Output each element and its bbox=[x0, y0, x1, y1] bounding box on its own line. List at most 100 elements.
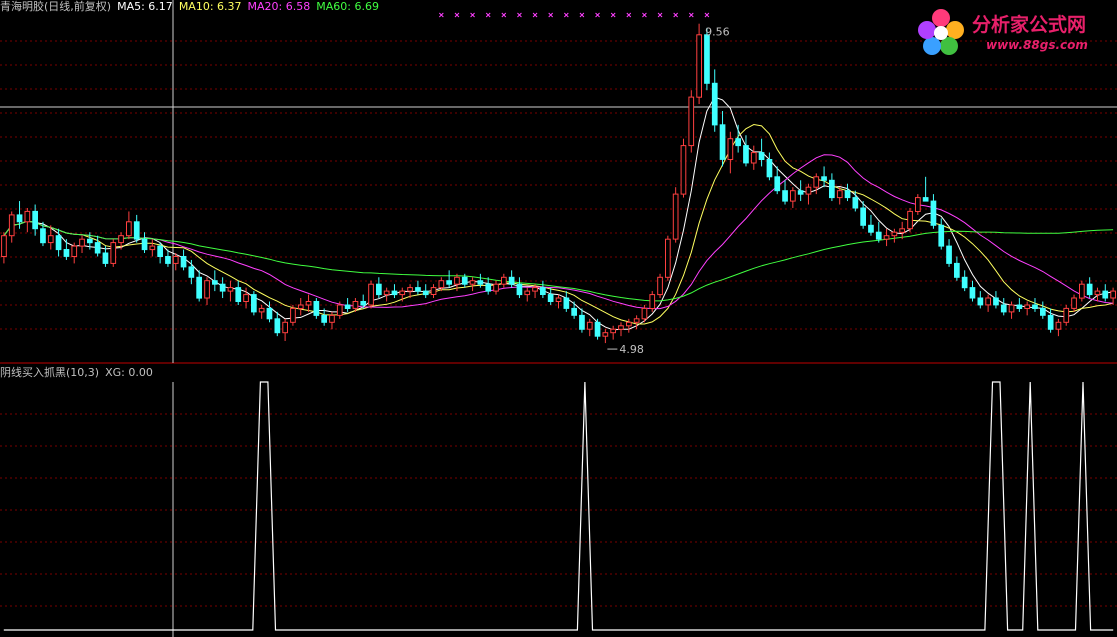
signal-marker bbox=[595, 12, 600, 18]
candle-body bbox=[540, 287, 546, 296]
candle-body bbox=[407, 287, 413, 292]
candle-body bbox=[610, 328, 616, 334]
candle-body bbox=[71, 245, 78, 258]
signal-marker bbox=[517, 12, 522, 18]
xg-signal-line bbox=[3, 381, 1114, 631]
candle-body bbox=[571, 307, 577, 316]
candle-body bbox=[829, 179, 835, 199]
candle-body bbox=[1000, 304, 1007, 313]
candle-body bbox=[235, 287, 242, 303]
candle-body bbox=[196, 276, 203, 299]
candle-body bbox=[149, 245, 156, 251]
candle-body bbox=[24, 210, 31, 223]
candle-body bbox=[649, 294, 656, 310]
candle-body bbox=[836, 190, 843, 199]
candle-body bbox=[438, 280, 445, 289]
signal-marker bbox=[610, 12, 616, 18]
candle-body bbox=[961, 276, 968, 289]
candle-body bbox=[508, 276, 515, 285]
candle-body bbox=[8, 214, 15, 237]
ma60-value: MA60: 6.69 bbox=[316, 0, 379, 13]
candle-body bbox=[977, 297, 984, 306]
candle-body bbox=[118, 235, 124, 244]
candle-body bbox=[391, 290, 398, 296]
candle-body bbox=[524, 290, 531, 296]
signal-marker bbox=[438, 12, 444, 18]
candle-body bbox=[696, 34, 702, 98]
candle-body bbox=[1024, 304, 1031, 309]
candle-body bbox=[1063, 307, 1070, 323]
signal-marker bbox=[454, 12, 460, 18]
candle-body bbox=[821, 176, 827, 181]
candle-body bbox=[55, 235, 62, 251]
candle-body bbox=[329, 314, 335, 323]
candle-body bbox=[750, 152, 757, 164]
candle-body bbox=[430, 287, 437, 296]
candle-body bbox=[1, 235, 7, 257]
candle-body bbox=[212, 280, 218, 285]
candle-body bbox=[1047, 314, 1054, 330]
candle-body bbox=[110, 242, 117, 264]
signal-marker bbox=[532, 12, 538, 18]
candle-body bbox=[1008, 304, 1015, 313]
candle-body bbox=[868, 224, 874, 233]
candle-body bbox=[47, 235, 54, 244]
candle-body bbox=[165, 256, 171, 264]
candle-body bbox=[469, 280, 476, 285]
candle-body bbox=[305, 301, 312, 306]
signal-marker bbox=[563, 12, 569, 18]
candle-body bbox=[227, 287, 234, 292]
candle-body bbox=[797, 190, 804, 195]
candle-body bbox=[852, 197, 859, 209]
candle-body bbox=[282, 321, 288, 334]
candle-body bbox=[501, 276, 507, 285]
candle-body bbox=[126, 221, 132, 237]
candle-body bbox=[383, 290, 390, 296]
candle-body bbox=[172, 256, 179, 264]
candle-body bbox=[711, 82, 718, 126]
indicator-header: 阴线买入抓黑(10,3) XG: 0.00 bbox=[0, 366, 159, 379]
candle-body bbox=[477, 280, 484, 285]
candle-body bbox=[63, 249, 70, 257]
candle-body bbox=[79, 238, 85, 247]
candle-body bbox=[782, 190, 788, 202]
ma5-value: MA5: 6.17 bbox=[117, 0, 173, 13]
candle-body bbox=[758, 152, 765, 161]
signal-marker bbox=[642, 12, 647, 18]
candle-body bbox=[454, 276, 460, 285]
candle-body bbox=[87, 238, 93, 244]
signal-marker bbox=[704, 12, 710, 18]
candle-body bbox=[1071, 297, 1077, 309]
candle-body bbox=[368, 283, 374, 306]
candle-body bbox=[672, 193, 679, 240]
candle-body bbox=[907, 210, 913, 230]
signal-marker bbox=[501, 12, 507, 18]
candle-body bbox=[774, 176, 781, 192]
candle-body bbox=[618, 325, 624, 330]
signal-marker bbox=[579, 12, 585, 18]
candle-body bbox=[266, 307, 273, 320]
ma10-value: MA10: 6.37 bbox=[178, 0, 242, 13]
candle-body bbox=[743, 145, 749, 164]
stock-chart[interactable]: 9.56 4.98 bbox=[0, 0, 1117, 637]
candle-body bbox=[938, 224, 945, 247]
signal-marker bbox=[548, 12, 554, 18]
indicator-xg: XG: 0.00 bbox=[105, 366, 153, 379]
candle-body bbox=[102, 252, 109, 264]
candle-body bbox=[461, 276, 468, 285]
candle-body bbox=[493, 283, 499, 292]
price-header: 青海明胶(日线,前复权) MA5: 6.17 MA10: 6.37 MA20: 6.5… bbox=[0, 0, 385, 13]
stock-title: 青海明胶(日线,前复权) bbox=[0, 0, 112, 13]
candle-body bbox=[547, 294, 554, 303]
candle-body bbox=[602, 332, 609, 337]
candle-body bbox=[516, 283, 523, 296]
candle-body bbox=[844, 190, 851, 199]
candle-body bbox=[704, 34, 710, 84]
candle-body bbox=[360, 301, 367, 306]
candle-body bbox=[32, 210, 38, 230]
logo-url: www.88gs.com bbox=[986, 38, 1088, 52]
candle-body bbox=[641, 307, 648, 320]
candle-body bbox=[321, 314, 327, 323]
candle-body bbox=[680, 145, 687, 195]
candle-body bbox=[399, 290, 406, 296]
